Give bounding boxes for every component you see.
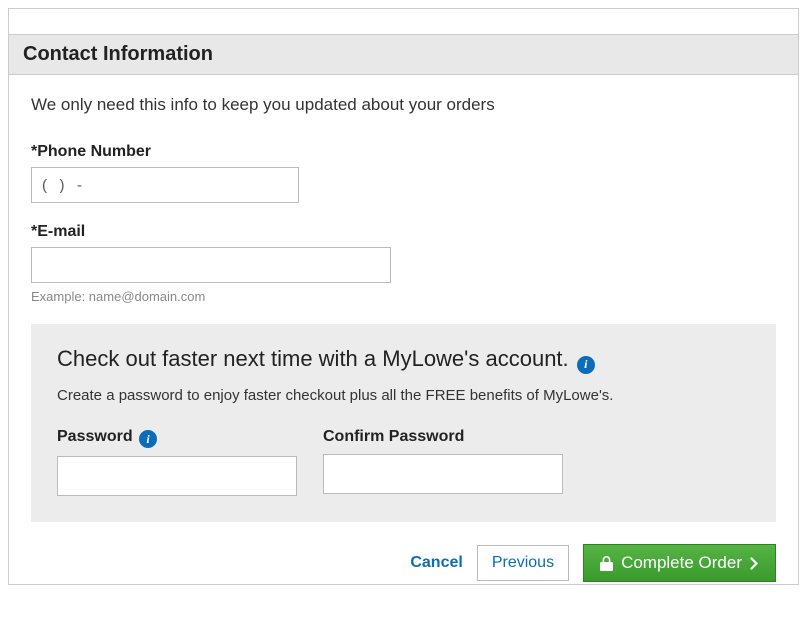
- phone-field-group: *Phone Number: [31, 143, 776, 203]
- account-promo-box: Check out faster next time with a MyLowe…: [31, 324, 776, 522]
- section-body: We only need this info to keep you updat…: [9, 75, 798, 522]
- lock-icon: [600, 556, 613, 571]
- phone-label: *Phone Number: [31, 143, 776, 161]
- section-title: Contact Information: [23, 43, 784, 66]
- previous-button[interactable]: Previous: [477, 545, 569, 581]
- confirm-password-col: Confirm Password: [323, 428, 563, 497]
- info-icon[interactable]: i: [139, 430, 157, 448]
- password-label-text: Password: [57, 428, 133, 445]
- action-bar: Cancel Previous Complete Order: [9, 522, 798, 584]
- email-field-group: *E-mail Example: name@domain.com: [31, 223, 776, 304]
- checkout-panel: Contact Information We only need this in…: [8, 8, 799, 585]
- section-header: Contact Information: [9, 35, 798, 75]
- cancel-button[interactable]: Cancel: [410, 554, 462, 572]
- confirm-password-input[interactable]: [323, 454, 563, 494]
- intro-text: We only need this info to keep you updat…: [31, 95, 776, 115]
- email-input[interactable]: [31, 247, 391, 283]
- promo-subtitle: Create a password to enjoy faster checko…: [57, 386, 750, 406]
- password-col: Password i: [57, 428, 297, 497]
- complete-order-button[interactable]: Complete Order: [583, 544, 776, 582]
- promo-title-text: Check out faster next time with a MyLowe…: [57, 346, 569, 371]
- email-label: *E-mail: [31, 223, 776, 241]
- promo-title: Check out faster next time with a MyLowe…: [57, 346, 750, 374]
- email-hint: Example: name@domain.com: [31, 289, 776, 304]
- password-label: Password i: [57, 428, 297, 449]
- chevron-right-icon: [750, 557, 759, 570]
- phone-input[interactable]: [31, 167, 299, 203]
- complete-order-label: Complete Order: [621, 553, 742, 573]
- password-row: Password i Confirm Password: [57, 428, 750, 497]
- panel-top-spacer: [9, 9, 798, 35]
- info-icon[interactable]: i: [577, 356, 595, 374]
- password-input[interactable]: [57, 456, 297, 496]
- confirm-password-label: Confirm Password: [323, 428, 563, 446]
